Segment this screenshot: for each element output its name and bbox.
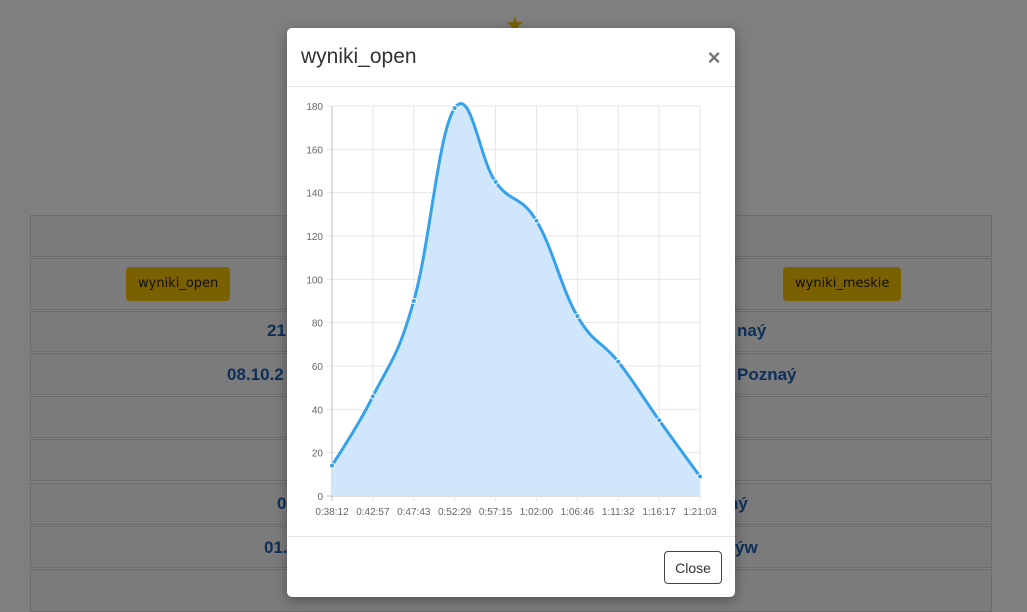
- y-tick-label: 20: [312, 449, 324, 460]
- y-tick-label: 100: [306, 275, 323, 286]
- y-tick-label: 120: [306, 232, 323, 243]
- x-tick-label: 1:11:32: [602, 507, 635, 518]
- modal-footer: Close: [287, 536, 735, 597]
- x-tick-label: 0:57:15: [479, 507, 513, 518]
- data-point: [329, 462, 335, 469]
- x-tick-label: 0:42:57: [356, 507, 390, 518]
- x-tick-label: 1:21:03: [683, 507, 717, 518]
- area-chart: 0 20 40 60 80 100 120 140 160 180 0:38:12 0:42:57 0:…: [306, 102, 717, 518]
- close-button[interactable]: Close: [664, 551, 722, 584]
- y-tick-label: 140: [306, 189, 323, 200]
- data-point: [656, 417, 663, 424]
- y-tick-label: 60: [312, 362, 324, 373]
- close-icon[interactable]: ×: [704, 46, 724, 70]
- data-point: [615, 358, 622, 365]
- data-point: [369, 393, 376, 400]
- data-point: [533, 217, 540, 224]
- y-tick-label: 40: [312, 405, 324, 416]
- modal-title: wyniki_open: [301, 45, 417, 68]
- y-tick-label: 160: [306, 145, 323, 156]
- y-tick-label: 80: [312, 319, 324, 330]
- y-tick-label: 180: [306, 102, 323, 113]
- y-tick-label: 0: [317, 492, 323, 503]
- modal-body: 0 20 40 60 80 100 120 140 160 180 0:38:12 0:42:57 0:…: [287, 87, 735, 536]
- x-tick-label: 0:52:29: [438, 507, 472, 518]
- x-tick-label: 1:02:00: [520, 507, 554, 518]
- area-fill: [332, 103, 700, 497]
- data-point: [574, 313, 581, 320]
- x-tick-label: 0:38:12: [315, 507, 349, 518]
- x-tick-label: 0:47:43: [397, 507, 431, 518]
- x-tick-label: 1:16:17: [642, 507, 676, 518]
- data-point: [410, 298, 417, 304]
- data-point: [697, 473, 703, 480]
- modal-header: wyniki_open ×: [287, 28, 735, 87]
- data-point: [451, 105, 458, 112]
- x-tick-label: 1:06:46: [561, 507, 595, 518]
- chart-modal: wyniki_open × 0 20 40 60 80 100 120 140 160 180 0:…: [287, 28, 735, 597]
- data-point: [492, 178, 499, 185]
